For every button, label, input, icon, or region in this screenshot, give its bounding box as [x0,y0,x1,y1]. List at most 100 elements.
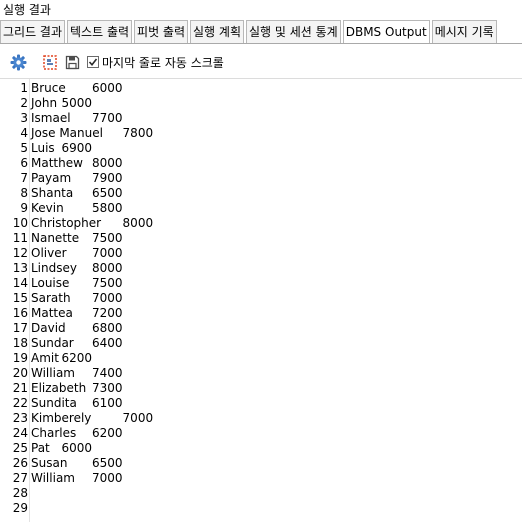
output-line-text: Kevin 5800 [31,201,123,215]
clear-output-icon[interactable] [41,53,59,71]
line-number: 9 [20,201,28,215]
tab-message-history[interactable]: 메시지 기록 [431,20,497,43]
line-number: 18 [12,336,28,350]
output-line: 9 Kevin 5800 [0,201,122,216]
gear-icon[interactable] [9,53,27,71]
output-line: 19 Amit 6200 [0,351,92,366]
output-line: 22 Sundita 6100 [0,396,123,411]
output-line-text: John 5000 [31,96,93,110]
line-number: 1 [20,81,28,95]
output-toolbar: 마지막 줄로 자동 스크롤 [0,48,522,76]
output-line: 1 Bruce 6000 [0,81,122,96]
output-line: 3 Ismael 7700 [0,111,122,126]
result-tabs: 그리드 결과 텍스트 출력 피벗 출력 실행 계획 실행 및 세션 통계 DBM… [0,20,522,44]
output-line: 4 Jose Manuel 7800 [0,126,153,141]
line-number: 26 [12,456,28,470]
output-line: 16 Mattea 7200 [0,306,123,321]
line-number: 20 [12,366,28,380]
output-line-text: Luis 6900 [31,141,93,155]
output-line: 10 Christopher 8000 [0,216,153,231]
line-number: 17 [12,321,28,335]
output-line: 2 John 5000 [0,96,92,111]
output-line: 25 Pat 6000 [0,441,92,456]
line-number: 13 [12,261,28,275]
output-line-text: Elizabeth 7300 [31,381,123,395]
output-line-text: Bruce 6000 [31,81,123,95]
line-number: 14 [12,276,28,290]
output-line-text: Louise 7500 [31,276,123,290]
line-number: 15 [12,291,28,305]
output-line-text: Sundita 6100 [31,396,123,410]
line-number: 25 [12,441,28,455]
output-line-text: Payam 7900 [31,171,123,185]
line-number: 16 [12,306,28,320]
output-line: 28 [0,486,28,501]
line-number: 29 [12,501,28,515]
line-number: 23 [12,411,28,425]
line-number: 12 [12,246,28,260]
output-line-text: Lindsey 8000 [31,261,123,275]
output-line: 8 Shanta 6500 [0,186,122,201]
tab-dbms-output[interactable]: DBMS Output [342,20,430,43]
autoscroll-checkbox[interactable] [87,56,99,68]
line-number: 24 [12,426,28,440]
output-line: 21 Elizabeth 7300 [0,381,123,396]
panel-title: 실행 결과 [3,3,51,17]
output-line-text: Nanette 7500 [31,231,123,245]
line-number: 11 [12,231,28,245]
line-number: 28 [12,486,28,500]
line-number: 27 [12,471,28,485]
output-line: 26 Susan 6500 [0,456,123,471]
tab-text-output[interactable]: 텍스트 출력 [67,20,133,43]
output-line: 5 Luis 6900 [0,141,92,156]
output-line-text: Mattea 7200 [31,306,123,320]
output-line-text: Susan 6500 [31,456,123,470]
output-line: 13 Lindsey 8000 [0,261,123,276]
output-lines: 1 Bruce 6000 2 John 5000 3 Ismael 7700 4 Jose M… [0,81,153,516]
output-line: 18 Sundar 6400 [0,336,123,351]
line-number: 7 [20,171,28,185]
line-number: 5 [20,141,28,155]
line-number: 6 [20,156,28,170]
save-icon[interactable] [63,53,81,71]
output-line: 27 William 7000 [0,471,123,486]
output-line-text: Matthew 8000 [31,156,123,170]
output-line: 29 [0,501,28,516]
output-line: 15 Sarath 7000 [0,291,123,306]
output-line-text: Shanta 6500 [31,186,123,200]
tab-execution-plan[interactable]: 실행 계획 [190,20,244,43]
line-number: 8 [20,186,28,200]
output-line-text: David 6800 [31,321,123,335]
autoscroll-label[interactable]: 마지막 줄로 자동 스크롤 [102,54,224,71]
output-line-text: Sundar 6400 [31,336,123,350]
line-number: 22 [12,396,28,410]
output-line-text: William 7000 [31,471,123,485]
output-line-text: Christopher 8000 [31,216,154,230]
tab-session-stats[interactable]: 실행 및 세션 통계 [246,20,341,43]
dbms-output-area[interactable]: 1 Bruce 6000 2 John 5000 3 Ismael 7700 4 Jose M… [0,78,522,522]
output-line: 11 Nanette 7500 [0,231,123,246]
line-number: 21 [12,381,28,395]
line-number: 3 [20,111,28,125]
output-line: 12 Oliver 7000 [0,246,123,261]
line-number: 19 [12,351,28,365]
output-line-text: William 7400 [31,366,123,380]
tab-pivot-output[interactable]: 피벗 출력 [134,20,189,43]
output-line: 7 Payam 7900 [0,171,122,186]
output-line-text: Amit 6200 [31,351,93,365]
output-line-text: Kimberely 7000 [31,411,154,425]
tab-grid-results[interactable]: 그리드 결과 [0,20,66,43]
output-line-text: Oliver 7000 [31,246,123,260]
line-number: 10 [12,216,28,230]
output-line-text: Sarath 7000 [31,291,123,305]
line-number: 2 [20,96,28,110]
output-line-text: Jose Manuel 7800 [31,126,154,140]
output-line: 24 Charles 6200 [0,426,123,441]
output-line: 20 William 7400 [0,366,123,381]
output-line-text: Charles 6200 [31,426,123,440]
output-line: 6 Matthew 8000 [0,156,122,171]
output-line: 23 Kimberely 7000 [0,411,153,426]
line-number: 4 [20,126,28,140]
output-line-text: Ismael 7700 [31,111,123,125]
output-line: 17 David 6800 [0,321,123,336]
